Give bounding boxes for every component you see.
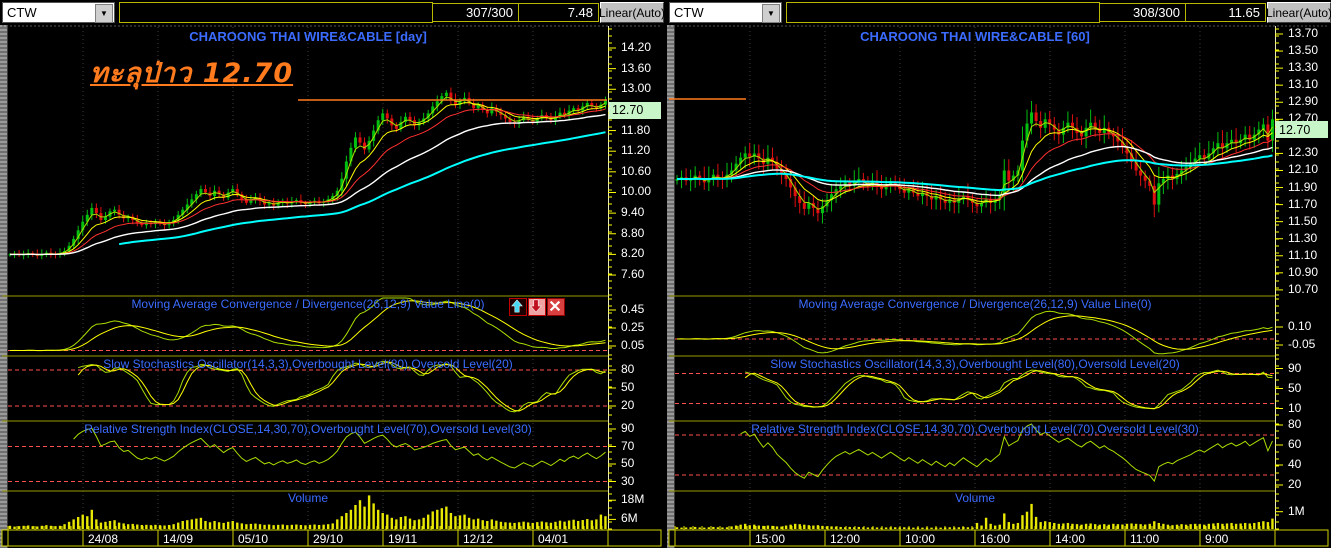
symbol-value: CTW — [7, 5, 37, 20]
rsi-axis-label: 60 — [1288, 437, 1302, 451]
symbol-value: CTW — [674, 5, 704, 20]
chevron-down-icon[interactable]: ▼ — [762, 4, 780, 23]
chart-panel-daily: CTW ▼ 307/300 7.48 Linear(Auto) CHAROONG… — [0, 0, 665, 548]
price-axis-label: 10.60 — [621, 163, 652, 178]
price-axis-label: 11.80 — [621, 122, 651, 137]
volume-axis-label: 6M — [621, 511, 638, 526]
price-axis-label: 11.10 — [1288, 247, 1318, 262]
scale-mode-button[interactable]: Linear(Auto) — [599, 2, 665, 23]
header-field-blank — [786, 2, 1100, 23]
trading-app: { "colors":{ "title_blue":"#3b6cff","ann… — [0, 0, 1331, 548]
stoch-axis-label: 10 — [1288, 400, 1302, 415]
price-axis-label: 12.30 — [1288, 145, 1319, 160]
price-axis-label: 10.90 — [1288, 264, 1319, 279]
x-axis-label: 9:00 — [1205, 532, 1229, 546]
x-axis-label: 24/08 — [88, 532, 119, 546]
chart-body[interactable]: CHAROONG THAI WIRE&CABLE [day] ทะลุป่าว 1… — [0, 25, 664, 548]
price-axis-label: 10.70 — [1288, 281, 1319, 296]
rsi-axis-label: 90 — [621, 421, 635, 435]
x-axis-label: 10:00 — [905, 532, 936, 546]
price-axis-label: 11.90 — [1288, 179, 1318, 194]
x-axis-label: 14:00 — [1055, 532, 1086, 546]
rsi-axis-label: 50 — [621, 456, 635, 470]
stochastics-label: Slow Stochastics Oscillator(14,3,3),Over… — [103, 357, 513, 371]
chart-canvas[interactable] — [667, 25, 1331, 548]
rsi-axis-label: 20 — [1288, 477, 1302, 491]
chevron-down-icon[interactable]: ▼ — [95, 4, 113, 23]
macd-axis-label: 0.05 — [621, 338, 645, 352]
stoch-axis-label: 50 — [1288, 380, 1302, 395]
price-axis-label: 11.50 — [1288, 213, 1318, 228]
macd-axis-label: 0.25 — [621, 320, 645, 334]
scroll-down-icon[interactable] — [528, 298, 546, 316]
stoch-axis-label: 90 — [1288, 360, 1302, 375]
price-axis-label: 8.80 — [621, 225, 645, 240]
stoch-axis-label: 80 — [621, 362, 635, 376]
chart-title: CHAROONG THAI WIRE&CABLE [day] — [189, 29, 427, 44]
value-readout: 7.48 — [519, 3, 599, 22]
bar-counter: 307/300 — [433, 3, 519, 22]
rsi-axis-label: 70 — [621, 438, 635, 453]
price-axis-label: 7.60 — [621, 267, 645, 282]
value-readout: 11.65 — [1186, 3, 1266, 22]
volume-label: Volume — [287, 491, 329, 505]
price-axis-label: 13.00 — [621, 81, 652, 96]
macd-axis-label: 0.10 — [1288, 319, 1312, 333]
stochastics-label: Slow Stochastics Oscillator(14,3,3),Over… — [770, 357, 1180, 371]
chart-canvas[interactable] — [0, 25, 664, 548]
rsi-axis-label: 80 — [1288, 417, 1302, 431]
symbol-combo[interactable]: CTW ▼ — [669, 2, 782, 23]
header-field-blank — [119, 2, 433, 23]
price-axis-label: 12.90 — [1288, 94, 1319, 109]
x-axis-label: 12/12 — [463, 532, 494, 546]
price-axis-label: 13.10 — [1288, 77, 1319, 92]
x-axis-label: 14/09 — [163, 532, 194, 546]
panel-header: CTW ▼ 307/300 7.48 Linear(Auto) — [0, 0, 665, 25]
close-icon[interactable] — [547, 298, 565, 316]
scale-mode-button[interactable]: Linear(Auto) — [1266, 2, 1331, 23]
price-annotation[interactable]: ทะลุป่าว 12.70 — [90, 51, 293, 94]
price-axis-label: 11.30 — [1288, 230, 1318, 245]
macd-axis-label: -0.05 — [1288, 337, 1316, 351]
symbol-combo[interactable]: CTW ▼ — [2, 2, 115, 23]
macd-axis-label: 0.45 — [621, 302, 645, 316]
x-axis-label: 15:00 — [755, 532, 786, 546]
x-axis-label: 29/10 — [313, 532, 344, 546]
price-axis-label: 9.40 — [621, 205, 645, 220]
price-axis-label: 10.00 — [621, 184, 652, 199]
rsi-label: Relative Strength Index(CLOSE,14,30,70),… — [84, 422, 532, 436]
x-axis-label: 19/11 — [388, 532, 418, 546]
price-axis-label: 13.70 — [1288, 26, 1319, 40]
price-axis-label: 14.20 — [621, 40, 652, 54]
chart-panel-60min: CTW ▼ 308/300 11.65 Linear(Auto) CHAROON… — [667, 0, 1331, 548]
stoch-axis-label: 20 — [621, 398, 635, 412]
price-axis-label: 12.10 — [1288, 162, 1319, 177]
x-axis-label: 05/10 — [238, 532, 269, 546]
x-axis-label: 04/01 — [538, 532, 569, 546]
macd-label: Moving Average Convergence / Divergence(… — [798, 297, 1152, 311]
price-axis-label: 11.70 — [1288, 196, 1318, 211]
price-axis-label: 13.50 — [1288, 43, 1319, 58]
rsi-label: Relative Strength Index(CLOSE,14,30,70),… — [751, 422, 1199, 436]
x-axis-label: 12:00 — [830, 532, 861, 546]
last-price-tag: 12.70 — [1276, 121, 1328, 139]
price-axis-label: 13.60 — [621, 60, 652, 75]
price-axis-label: 13.30 — [1288, 60, 1319, 75]
rsi-axis-label: 30 — [621, 473, 635, 488]
volume-label: Volume — [954, 491, 996, 505]
volume-axis-label: 18M — [621, 492, 645, 507]
stoch-axis-label: 50 — [621, 380, 635, 394]
price-axis-label: 8.20 — [621, 246, 645, 261]
x-axis-label: 11:00 — [1130, 532, 1160, 546]
scroll-up-icon[interactable] — [509, 298, 527, 316]
bar-counter: 308/300 — [1100, 3, 1186, 22]
last-price-tag: 12.70 — [609, 101, 661, 119]
x-axis-label: 16:00 — [980, 532, 1011, 546]
chart-body[interactable]: CHAROONG THAI WIRE&CABLE [60] 13.70 13.50 1… — [667, 25, 1331, 548]
panel-header: CTW ▼ 308/300 11.65 Linear(Auto) — [667, 0, 1331, 25]
price-axis-label: 11.20 — [621, 143, 651, 158]
volume-axis-label: 1M — [1288, 503, 1305, 518]
chart-title: CHAROONG THAI WIRE&CABLE [60] — [860, 29, 1090, 44]
rsi-axis-label: 40 — [1288, 457, 1302, 471]
